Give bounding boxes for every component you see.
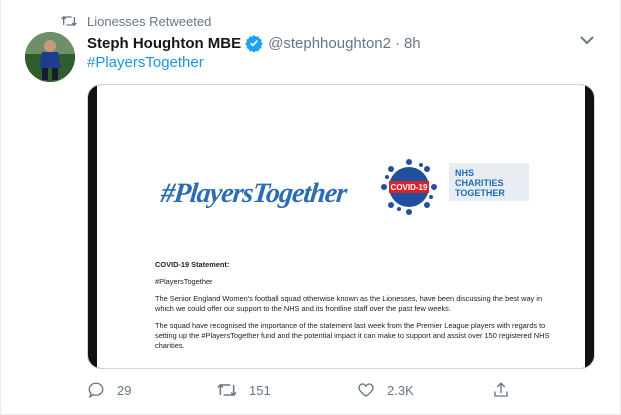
avatar[interactable] bbox=[25, 32, 75, 82]
retweet-button[interactable]: 151 bbox=[217, 379, 271, 401]
reply-button[interactable]: 29 bbox=[87, 379, 131, 401]
nhs-charities-logo: NHS CHARITIES TOGETHER bbox=[449, 163, 529, 201]
author-name[interactable]: Steph Houghton MBE bbox=[87, 35, 241, 52]
heart-icon bbox=[358, 383, 374, 397]
separator-dot: · bbox=[394, 34, 400, 52]
nhs-line2: TOGETHER bbox=[455, 188, 505, 198]
tweet-image[interactable]: #PlayersTogether COVID-19 NHS CHARITIES … bbox=[87, 84, 595, 369]
chevron-down-icon[interactable] bbox=[578, 34, 596, 46]
retweet-count: 151 bbox=[249, 382, 271, 398]
statement-paragraph-2: The squad have recognised the importance… bbox=[155, 321, 550, 350]
reply-icon bbox=[88, 382, 104, 399]
share-button[interactable] bbox=[492, 379, 510, 401]
verified-badge-icon bbox=[245, 35, 263, 52]
tweet-time[interactable]: 8h bbox=[404, 35, 421, 52]
statement-body: COVID-19 Statement: #PlayersTogether The… bbox=[155, 260, 555, 358]
tweet-actions: 29 151 2.3K bbox=[87, 379, 517, 401]
tweet-card[interactable]: Lionesses Retweeted Steph Houghton MBE @… bbox=[0, 0, 621, 415]
retweet-label[interactable]: Lionesses Retweeted bbox=[87, 14, 211, 29]
share-icon bbox=[494, 382, 508, 397]
reply-count: 29 bbox=[117, 382, 132, 398]
svg-text:COVID-19: COVID-19 bbox=[391, 183, 428, 192]
statement-document: #PlayersTogether COVID-19 NHS CHARITIES … bbox=[97, 85, 585, 368]
retweet-icon bbox=[217, 383, 237, 397]
tweet-hashtag-link[interactable]: #PlayersTogether bbox=[87, 54, 204, 71]
statement-paragraph-1: The Senior England Women's football squa… bbox=[155, 294, 543, 313]
author-handle[interactable]: @stephhoughton2 bbox=[268, 35, 391, 52]
statement-heading: COVID-19 Statement: bbox=[155, 260, 230, 269]
covid-virus-icon: COVID-19 bbox=[381, 159, 437, 215]
like-button[interactable]: 2.3K bbox=[357, 379, 414, 401]
nhs-line1: NHS CHARITIES bbox=[455, 168, 504, 188]
retweet-context: Lionesses Retweeted bbox=[61, 13, 211, 29]
statement-hashtag: #PlayersTogether bbox=[155, 277, 213, 286]
retweet-icon bbox=[61, 16, 77, 26]
like-count: 2.3K bbox=[387, 382, 414, 398]
tweet-header: Steph Houghton MBE @stephhoughton2 · 8h bbox=[87, 33, 421, 53]
players-together-logo: #PlayersTogether bbox=[159, 178, 348, 209]
